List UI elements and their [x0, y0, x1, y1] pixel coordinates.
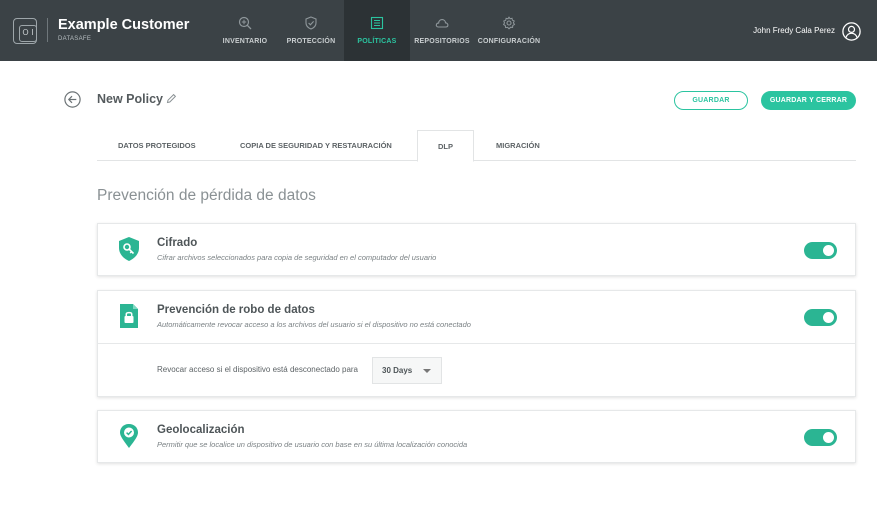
nav-item-repositorios[interactable]: REPOSITORIOS [414, 0, 470, 61]
location-pin-check-icon [120, 424, 138, 448]
product-name: DATASAFE [58, 36, 92, 42]
encryption-card: Cifrado Cifrar archivos seleccionados pa… [97, 223, 856, 276]
save-and-close-button[interactable]: GUARDAR Y CERRAR [761, 91, 856, 110]
card-description: Cifrar archivos seleccionados para copia… [157, 253, 437, 262]
back-arrow-icon[interactable] [64, 91, 81, 108]
user-circle-icon[interactable] [842, 22, 861, 41]
select-value: 30 Days [382, 366, 413, 375]
pencil-icon[interactable] [166, 93, 177, 104]
policy-tabs: DATOS PROTEGIDOS COPIA DE SEGURIDAD Y RE… [97, 130, 856, 162]
geolocation-toggle[interactable] [804, 429, 837, 446]
top-navigation-bar: O I Example Customer DATASAFE INVENTARIO… [0, 0, 877, 61]
data-theft-prevention-toggle[interactable] [804, 309, 837, 326]
card-description: Permitir que se localice un dispositivo … [157, 440, 468, 449]
card-title: Cifrado [157, 237, 198, 249]
policy-title: New Policy [97, 92, 163, 106]
save-button[interactable]: GUARDAR [674, 91, 748, 110]
revoke-access-row: Revocar acceso si el dispositivo está de… [98, 343, 855, 397]
data-theft-prevention-card: Prevención de robo de datos Automáticame… [97, 290, 856, 397]
shield-check-icon [305, 16, 317, 30]
shield-key-icon [119, 237, 139, 261]
list-document-icon [370, 16, 384, 30]
toggle-knob [823, 432, 834, 443]
nav-label: PROTECCIÓN [286, 38, 336, 45]
geolocation-card: Geolocalización Permitir que se localice… [97, 410, 856, 463]
cloud-icon [435, 19, 449, 28]
app-logo-icon[interactable]: O I [13, 18, 37, 44]
card-title: Geolocalización [157, 424, 245, 436]
encryption-toggle[interactable] [804, 242, 837, 259]
revoke-access-label: Revocar acceso si el dispositivo está de… [157, 365, 358, 374]
tab-copia-de-seguridad[interactable]: COPIA DE SEGURIDAD Y RESTAURACIÓN [240, 130, 392, 161]
toggle-knob [823, 245, 834, 256]
nav-label: INVENTARIO [222, 38, 268, 45]
search-plus-icon [238, 16, 252, 30]
nav-label: POLÍTICAS [357, 38, 397, 45]
tab-migracion[interactable]: MIGRACIÓN [496, 130, 540, 161]
customer-name: Example Customer [58, 17, 190, 33]
tab-datos-protegidos[interactable]: DATOS PROTEGIDOS [118, 130, 196, 161]
card-description: Automáticamente revocar acceso a los arc… [157, 320, 471, 329]
offline-duration-select[interactable]: 30 Days [372, 357, 442, 384]
section-title: Prevención de pérdida de datos [97, 187, 316, 204]
nav-label: CONFIGURACIÓN [477, 38, 541, 45]
file-lock-icon [120, 304, 138, 328]
nav-label: REPOSITORIOS [414, 38, 470, 45]
toggle-knob [823, 312, 834, 323]
logo-divider [47, 18, 48, 42]
logo-glyph: O I [19, 25, 37, 42]
nav-item-inventario[interactable]: INVENTARIO [220, 0, 270, 61]
tab-dlp[interactable]: DLP [417, 130, 474, 162]
nav-item-configuracion[interactable]: CONFIGURACIÓN [478, 0, 540, 61]
card-title: Prevención de robo de datos [157, 304, 315, 316]
nav-item-politicas[interactable]: POLÍTICAS [344, 0, 410, 61]
gear-icon [502, 16, 516, 30]
caret-down-icon [423, 369, 431, 373]
nav-item-proteccion[interactable]: PROTECCIÓN [284, 0, 338, 61]
user-name[interactable]: John Fredy Cala Perez [753, 26, 835, 35]
